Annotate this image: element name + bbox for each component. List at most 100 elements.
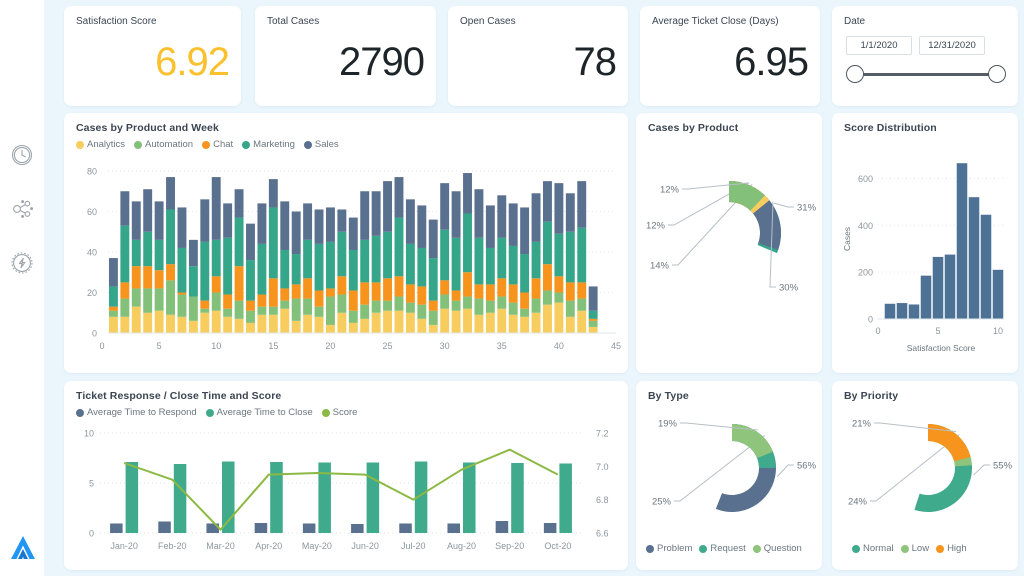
bar-segment[interactable] — [132, 201, 141, 239]
bar-segment[interactable] — [497, 238, 506, 279]
bar-segment[interactable] — [554, 303, 563, 333]
histogram-bar[interactable] — [897, 303, 908, 319]
bar-segment[interactable] — [383, 301, 392, 311]
bar-segment[interactable] — [189, 321, 198, 333]
bar-segment[interactable] — [269, 278, 278, 306]
bar-segment[interactable] — [337, 313, 346, 333]
bar-segment[interactable] — [257, 295, 266, 307]
bar-segment[interactable] — [109, 258, 118, 286]
bar-segment[interactable] — [543, 290, 552, 304]
bar-segment[interactable] — [280, 309, 289, 333]
network-icon[interactable] — [9, 196, 35, 222]
bar-segment[interactable] — [395, 218, 404, 277]
bar-segment[interactable] — [440, 183, 449, 230]
bar-segment[interactable] — [589, 327, 598, 333]
bar-average-time-to-respond[interactable] — [544, 523, 557, 533]
bar-segment[interactable] — [509, 303, 518, 315]
bar-segment[interactable] — [383, 181, 392, 232]
bar-segment[interactable] — [577, 299, 586, 311]
bar-segment[interactable] — [120, 191, 129, 225]
bar-segment[interactable] — [280, 301, 289, 309]
bar-segment[interactable] — [486, 284, 495, 300]
bar-segment[interactable] — [178, 317, 187, 333]
bar-segment[interactable] — [292, 284, 301, 298]
legend-item-marketing[interactable]: Marketing — [242, 139, 295, 150]
legend-item-chat[interactable]: Chat — [202, 139, 233, 150]
bar-segment[interactable] — [509, 203, 518, 246]
bar-segment[interactable] — [372, 301, 381, 313]
bar-segment[interactable] — [360, 191, 369, 240]
bar-segment[interactable] — [120, 226, 129, 283]
legend-item-low[interactable]: Low — [901, 543, 929, 554]
bar-segment[interactable] — [178, 248, 187, 293]
bar-segment[interactable] — [235, 189, 244, 217]
bar-segment[interactable] — [520, 317, 529, 333]
bar-segment[interactable] — [497, 309, 506, 333]
bar-segment[interactable] — [543, 222, 552, 265]
bar-segment[interactable] — [417, 286, 426, 304]
bar-segment[interactable] — [440, 295, 449, 309]
bar-segment[interactable] — [120, 299, 129, 317]
clock-icon[interactable] — [9, 142, 35, 168]
bar-segment[interactable] — [554, 234, 563, 277]
bar-segment[interactable] — [292, 299, 301, 321]
legend-item-problem[interactable]: Problem — [646, 543, 692, 554]
bar-segment[interactable] — [440, 230, 449, 281]
legend-item-average-time-to-respond[interactable]: Average Time to Respond — [76, 407, 197, 418]
bar-segment[interactable] — [132, 266, 141, 288]
bar-segment[interactable] — [452, 301, 461, 311]
legend-item-score[interactable]: Score — [322, 407, 358, 418]
bar-segment[interactable] — [166, 209, 175, 264]
bar-segment[interactable] — [143, 266, 152, 288]
bar-segment[interactable] — [326, 242, 335, 289]
legend-item-question[interactable]: Question — [753, 543, 802, 554]
bar-segment[interactable] — [532, 278, 541, 298]
bar-segment[interactable] — [303, 278, 312, 298]
bar-segment[interactable] — [223, 317, 232, 333]
bar-segment[interactable] — [486, 313, 495, 333]
bar-average-time-to-close[interactable] — [511, 463, 524, 533]
bar-segment[interactable] — [337, 276, 346, 294]
bar-segment[interactable] — [417, 319, 426, 333]
bar-segment[interactable] — [246, 224, 255, 260]
bar-segment[interactable] — [315, 290, 324, 306]
bar-segment[interactable] — [497, 278, 506, 296]
bar-segment[interactable] — [577, 282, 586, 298]
bar-segment[interactable] — [395, 177, 404, 218]
legend-item-average-time-to-close[interactable]: Average Time to Close — [206, 407, 313, 418]
bar-segment[interactable] — [315, 317, 324, 333]
bar-segment[interactable] — [360, 319, 369, 333]
bar-segment[interactable] — [532, 299, 541, 313]
bar-segment[interactable] — [417, 305, 426, 319]
bar-segment[interactable] — [120, 317, 129, 333]
bar-segment[interactable] — [269, 307, 278, 315]
bar-segment[interactable] — [406, 303, 415, 313]
bar-segment[interactable] — [383, 278, 392, 300]
score-line[interactable] — [124, 450, 558, 530]
bar-segment[interactable] — [577, 228, 586, 283]
bar-segment[interactable] — [440, 280, 449, 294]
legend-item-analytics[interactable]: Analytics — [76, 139, 125, 150]
bar-segment[interactable] — [132, 288, 141, 306]
bar-segment[interactable] — [155, 288, 164, 310]
bar-segment[interactable] — [143, 313, 152, 333]
bar-segment[interactable] — [315, 209, 324, 243]
bar-segment[interactable] — [280, 250, 289, 288]
histogram-bar[interactable] — [921, 276, 932, 319]
bar-segment[interactable] — [109, 317, 118, 333]
bar-segment[interactable] — [257, 203, 266, 244]
bar-segment[interactable] — [178, 207, 187, 248]
bar-segment[interactable] — [474, 315, 483, 333]
bar-segment[interactable] — [372, 282, 381, 300]
bar-segment[interactable] — [315, 244, 324, 291]
bar-segment[interactable] — [452, 311, 461, 333]
bar-segment[interactable] — [223, 309, 232, 317]
histogram-bar[interactable] — [993, 270, 1004, 319]
bar-segment[interactable] — [303, 203, 312, 239]
bar-segment[interactable] — [303, 240, 312, 278]
bar-segment[interactable] — [189, 297, 198, 321]
bar-segment[interactable] — [143, 288, 152, 312]
bar-segment[interactable] — [509, 284, 518, 302]
bar-segment[interactable] — [143, 189, 152, 232]
bar-segment[interactable] — [337, 295, 346, 313]
